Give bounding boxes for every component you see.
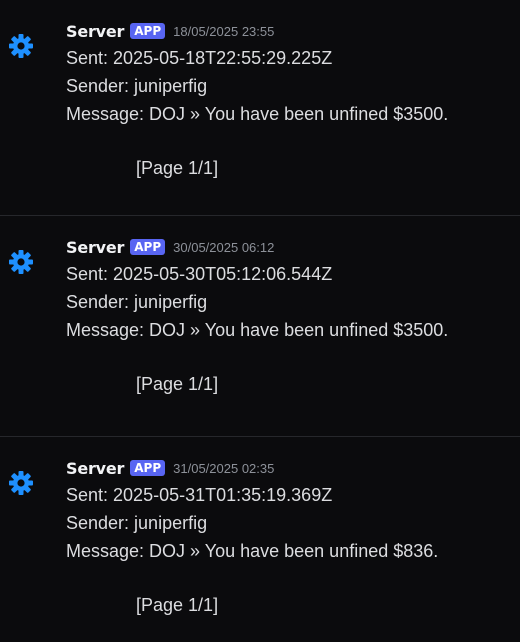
message-item: Server APP 18/05/2025 23:55 Sent: 2025-0…: [0, 0, 520, 215]
message-header: Server APP 31/05/2025 02:35: [66, 456, 274, 480]
author-name[interactable]: Server: [66, 459, 124, 478]
page-indicator: [Page 1/1]: [136, 374, 219, 394]
gear-icon[interactable]: [7, 469, 35, 497]
app-badge: APP: [130, 239, 166, 255]
sent-line: Sent: 2025-05-31T01:35:19.369Z: [66, 485, 333, 505]
sent-line: Sent: 2025-05-18T22:55:29.225Z: [66, 48, 333, 68]
sender-line: Sender: juniperfig: [66, 292, 208, 312]
message-item: Server APP 30/05/2025 06:12 Sent: 2025-0…: [0, 216, 520, 431]
sent-line: Sent: 2025-05-30T05:12:06.544Z: [66, 264, 333, 284]
message-timestamp[interactable]: 30/05/2025 06:12: [173, 240, 274, 255]
message-line: Message: DOJ » You have been unfined $83…: [66, 541, 439, 561]
author-name[interactable]: Server: [66, 238, 124, 257]
page-indicator: [Page 1/1]: [136, 595, 219, 615]
sender-line: Sender: juniperfig: [66, 513, 208, 533]
message-header: Server APP 18/05/2025 23:55: [66, 19, 274, 43]
author-name[interactable]: Server: [66, 22, 124, 41]
message-timestamp[interactable]: 31/05/2025 02:35: [173, 461, 274, 476]
message-timestamp[interactable]: 18/05/2025 23:55: [173, 24, 274, 39]
message-header: Server APP 30/05/2025 06:12: [66, 235, 274, 259]
message-line: Message: DOJ » You have been unfined $35…: [66, 104, 449, 124]
message-line: Message: DOJ » You have been unfined $35…: [66, 320, 449, 340]
page-indicator: [Page 1/1]: [136, 158, 219, 178]
gear-icon[interactable]: [7, 248, 35, 276]
gear-icon[interactable]: [7, 32, 35, 60]
message-feed: Server APP 18/05/2025 23:55 Sent: 2025-0…: [0, 0, 520, 642]
sender-line: Sender: juniperfig: [66, 76, 208, 96]
app-badge: APP: [130, 460, 166, 476]
message-item: Server APP 31/05/2025 02:35 Sent: 2025-0…: [0, 437, 520, 642]
app-badge: APP: [130, 23, 166, 39]
